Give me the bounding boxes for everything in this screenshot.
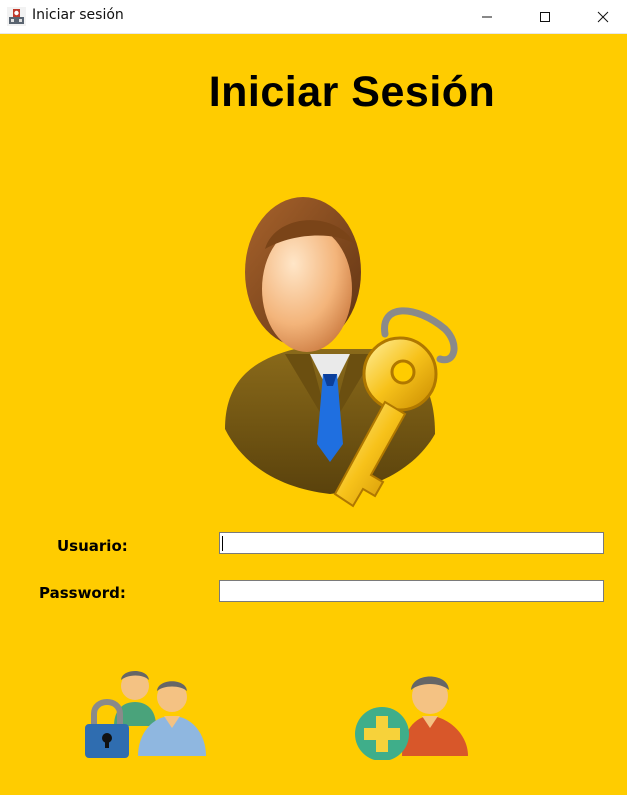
minimize-icon <box>482 16 492 17</box>
maximize-icon <box>540 11 550 22</box>
register-button[interactable] <box>350 664 475 761</box>
app-icon <box>7 7 26 26</box>
window-title: Iniciar sesión <box>32 7 124 23</box>
users-lock-icon <box>85 671 206 758</box>
password-label: Password: <box>39 584 126 602</box>
maximize-button[interactable] <box>522 0 568 33</box>
close-button[interactable] <box>580 0 626 33</box>
login-button[interactable] <box>80 664 210 760</box>
username-label: Usuario: <box>57 537 128 555</box>
add-user-icon <box>355 676 468 761</box>
user-key-icon <box>225 197 458 508</box>
close-icon <box>597 11 609 22</box>
login-panel: Iniciar Sesión Usuario: Password: <box>0 34 627 795</box>
minimize-button[interactable] <box>464 0 510 33</box>
password-field[interactable] <box>219 580 604 602</box>
text-caret <box>222 536 223 551</box>
username-field[interactable] <box>219 532 604 554</box>
login-window: Iniciar sesión Iniciar Sesión Usuario: P… <box>0 0 627 795</box>
title-bar: Iniciar sesión <box>0 0 627 34</box>
page-title: Iniciar Sesión <box>208 68 496 116</box>
